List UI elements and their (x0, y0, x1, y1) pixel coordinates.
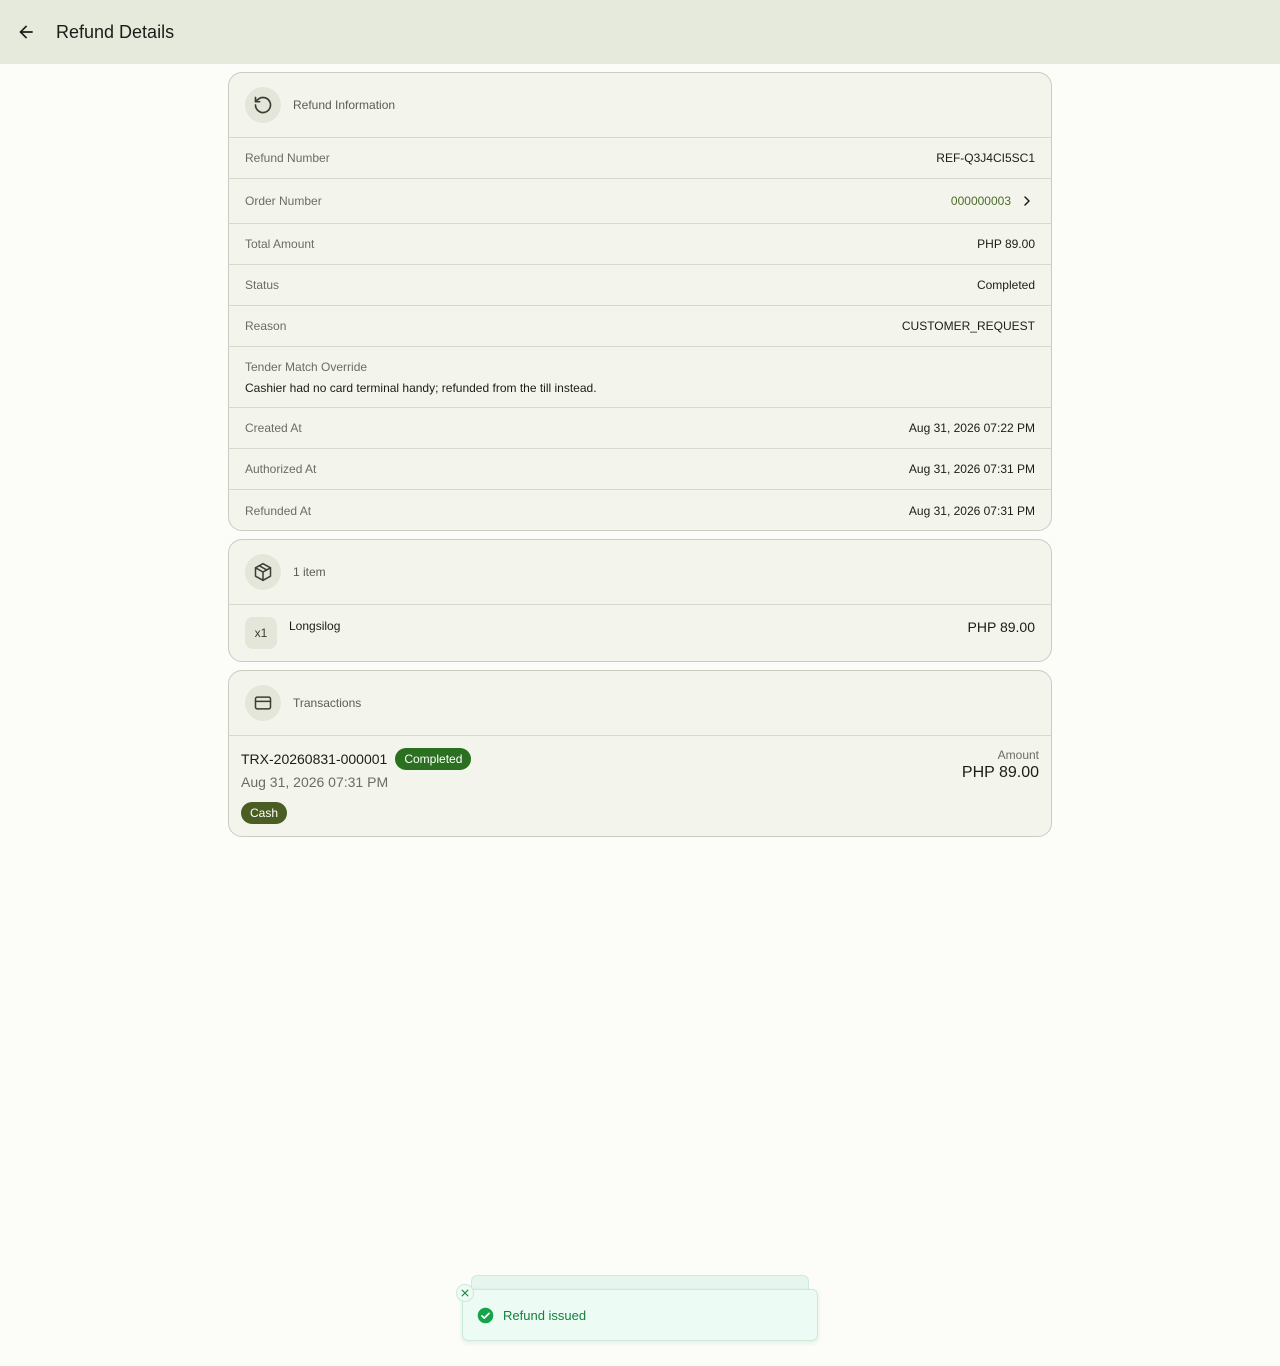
total-amount-label: Total Amount (245, 237, 315, 251)
app-bar: Refund Details (0, 0, 1280, 64)
items-card: 1 item x1 Longsilog PHP 89.00 (228, 539, 1052, 662)
items-header: 1 item (229, 540, 1051, 605)
transaction-item[interactable]: TRX-20260831-000001 Completed Aug 31, 20… (229, 736, 1051, 836)
close-icon (461, 1289, 469, 1297)
back-button[interactable] (6, 12, 46, 52)
authorized-at-label: Authorized At (245, 462, 317, 476)
items-heading: 1 item (293, 565, 326, 579)
credit-card-icon (245, 685, 281, 721)
refund-info-card: Refund Information Refund Number REF-Q3J… (228, 72, 1052, 531)
transactions-heading: Transactions (293, 696, 362, 710)
transaction-date: Aug 31, 2026 07:31 PM (241, 774, 389, 790)
refund-number-row: Refund Number REF-Q3J4CI5SC1 (229, 138, 1051, 179)
order-number-label: Order Number (245, 194, 322, 208)
item-quantity: x1 (245, 617, 277, 649)
refunded-at-label: Refunded At (245, 503, 312, 518)
order-number-link[interactable]: 000000003 (951, 193, 1035, 209)
list-item: x1 Longsilog PHP 89.00 (229, 605, 1051, 661)
toast-close-button[interactable] (456, 1284, 474, 1302)
tender-override-text: Cashier had no card terminal handy; refu… (245, 381, 597, 395)
refund-info-heading: Refund Information (293, 98, 396, 112)
transaction-id: TRX-20260831-000001 (241, 751, 388, 767)
refund-number-label: Refund Number (245, 151, 330, 165)
page-title: Refund Details (56, 21, 175, 42)
status-label: Status (245, 278, 280, 292)
created-at-row: Created At Aug 31, 2026 07:22 PM (229, 408, 1051, 449)
reason-value: CUSTOMER_REQUEST (901, 319, 1035, 333)
amount-value: PHP 89.00 (961, 764, 1039, 781)
authorized-at-value: Aug 31, 2026 07:31 PM (908, 462, 1035, 476)
order-number-value: 000000003 (950, 194, 1011, 208)
payment-method-chip: Cash (241, 802, 288, 824)
total-amount-row: Total Amount PHP 89.00 (229, 224, 1051, 265)
transactions-card: Transactions TRX-20260831-000001 Complet… (228, 670, 1052, 837)
toast-message: Refund issued (503, 1307, 587, 1323)
toast-notification: Refund issued (462, 1289, 818, 1341)
arrow-back-icon (19, 25, 33, 39)
refunded-at-row: Refunded At Aug 31, 2026 07:31 PM (229, 490, 1051, 530)
refunded-at-value: Aug 31, 2026 07:31 PM (908, 503, 1035, 518)
item-price: PHP 89.00 (967, 619, 1035, 635)
status-row: Status Completed (229, 265, 1051, 306)
total-amount-value: PHP 89.00 (977, 237, 1035, 251)
created-at-label: Created At (245, 421, 302, 435)
reason-row: Reason CUSTOMER_REQUEST (229, 306, 1051, 347)
check-circle-icon (477, 1307, 494, 1323)
authorized-at-row: Authorized At Aug 31, 2026 07:31 PM (229, 449, 1051, 490)
order-number-row: Order Number 000000003 (229, 179, 1051, 224)
refund-info-header: Refund Information (229, 73, 1051, 138)
status-badge: Completed (395, 748, 472, 770)
status-value: Completed (976, 278, 1035, 292)
transaction-amount: Amount PHP 89.00 (962, 748, 1039, 782)
reason-label: Reason (245, 319, 287, 333)
refund-number-value: REF-Q3J4CI5SC1 (936, 151, 1035, 165)
package-icon (245, 554, 281, 590)
amount-label: Amount (997, 748, 1039, 762)
refund-icon (245, 87, 281, 123)
item-name: Longsilog (289, 619, 341, 633)
tender-override-row: Tender Match Override Cashier had no car… (229, 347, 1051, 408)
transactions-header: Transactions (229, 671, 1051, 736)
created-at-value: Aug 31, 2026 07:22 PM (908, 421, 1035, 435)
tender-override-label: Tender Match Override (245, 360, 368, 374)
chevron-right-icon (1024, 196, 1030, 206)
